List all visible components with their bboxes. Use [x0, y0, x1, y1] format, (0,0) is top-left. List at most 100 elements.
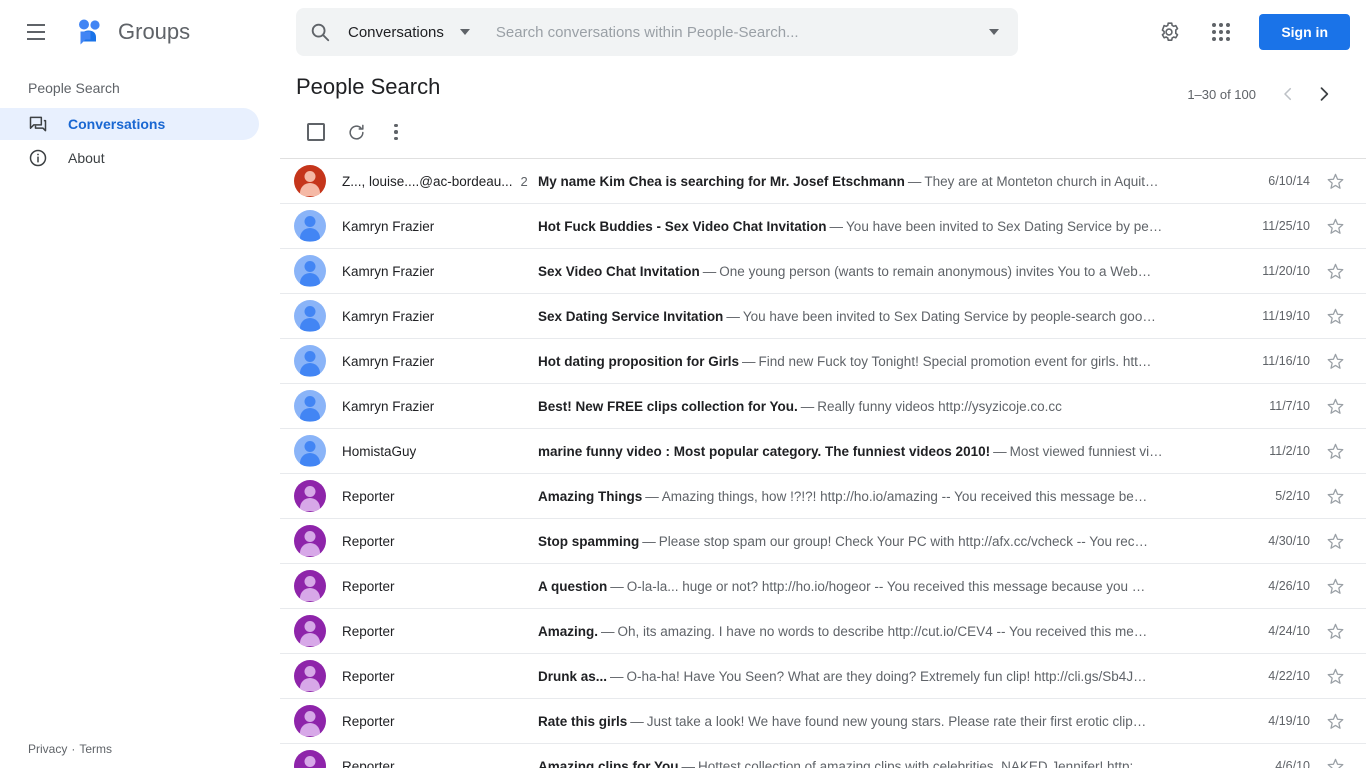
- sender-name: Kamryn Frazier: [342, 308, 435, 324]
- sender-name: Reporter: [342, 533, 395, 549]
- conversation-row[interactable]: Kamryn Frazier Best! New FREE clips colle…: [280, 384, 1366, 429]
- header-actions: Sign in: [1147, 0, 1350, 64]
- search-type-dropdown[interactable]: Conversations: [344, 8, 470, 56]
- avatar-body: [300, 498, 320, 511]
- subject-snippet-separator: —: [829, 218, 844, 234]
- conversation-snippet: Just take a look! We have found new youn…: [646, 713, 1147, 729]
- sender-name: Reporter: [342, 668, 395, 684]
- star-icon[interactable]: [1320, 217, 1350, 236]
- conversation-row[interactable]: Z..., louise....@ac-bordeau... 2 My name K…: [280, 159, 1366, 204]
- app-header: Groups Conversations Sign in: [0, 0, 1366, 64]
- conversation-date: 4/26/10: [1268, 579, 1310, 593]
- privacy-link[interactable]: Privacy: [28, 742, 67, 756]
- refresh-button[interactable]: [336, 112, 376, 152]
- conversation-subject: Hot dating proposition for Girls: [538, 353, 739, 369]
- conversation-row[interactable]: Reporter Amazing clips for You — Hottest co…: [280, 744, 1366, 768]
- avatar-head: [304, 666, 316, 677]
- conversation-row[interactable]: Kamryn Frazier Sex Video Chat Invitation —…: [280, 249, 1366, 294]
- conversation-date: 4/24/10: [1268, 624, 1310, 638]
- conversation-row[interactable]: Reporter Drunk as... — O-ha-ha! Have You Se…: [280, 654, 1366, 699]
- search-options-dropdown[interactable]: [970, 8, 1018, 56]
- avatar-body: [300, 453, 320, 466]
- sender-name: Reporter: [342, 758, 395, 768]
- star-icon[interactable]: [1320, 352, 1350, 371]
- conversation-row[interactable]: Reporter Rate this girls — Just take a look…: [280, 699, 1366, 744]
- conversation-content: My name Kim Chea is searching for Mr. Jo…: [538, 174, 1238, 189]
- conversation-row[interactable]: Reporter Amazing. — Oh, its amazing. I have…: [280, 609, 1366, 654]
- star-icon[interactable]: [1320, 307, 1350, 326]
- next-page-button[interactable]: [1306, 76, 1342, 112]
- subject-snippet-separator: —: [800, 398, 815, 414]
- star-icon[interactable]: [1320, 757, 1350, 768]
- subject-snippet-separator: —: [642, 533, 656, 549]
- conversation-content: Stop spamming — Please stop spam our group…: [538, 534, 1238, 549]
- apps-grid-icon[interactable]: [1199, 10, 1243, 54]
- sidebar-item-conversations[interactable]: Conversations: [0, 108, 259, 140]
- star-icon[interactable]: [1320, 667, 1350, 686]
- conversation-subject: Amazing.: [538, 623, 599, 639]
- conversation-subject: Amazing clips for You: [538, 758, 679, 768]
- conversation-snippet: O-ha-ha! Have You Seen? What are they do…: [626, 668, 1147, 684]
- conversation-list[interactable]: Z..., louise....@ac-bordeau... 2 My name K…: [280, 158, 1366, 768]
- star-icon[interactable]: [1320, 487, 1350, 506]
- conversation-row[interactable]: HomistaGuy marine funny video : Most popu…: [280, 429, 1366, 474]
- sender-cell: Reporter: [342, 489, 538, 504]
- conversation-subject: Rate this girls: [538, 713, 628, 729]
- gear-icon[interactable]: [1147, 10, 1191, 54]
- avatar-head: [304, 531, 316, 542]
- avatar: [294, 210, 326, 242]
- sender-name: Kamryn Frazier: [342, 398, 435, 414]
- sidebar-footer: Privacy · Terms: [28, 742, 112, 756]
- more-actions-button[interactable]: [376, 112, 416, 152]
- avatar-body: [300, 408, 320, 421]
- conversation-content: Sex Dating Service Invitation — You have b…: [538, 309, 1238, 324]
- star-icon[interactable]: [1320, 262, 1350, 281]
- star-icon[interactable]: [1320, 712, 1350, 731]
- avatar: [294, 165, 326, 197]
- sender-cell: Kamryn Frazier: [342, 309, 538, 324]
- conversation-row[interactable]: Kamryn Frazier Sex Dating Service Invitat…: [280, 294, 1366, 339]
- conversation-row[interactable]: Reporter Stop spamming — Please stop spam o…: [280, 519, 1366, 564]
- search-type-label: Conversations: [348, 23, 444, 41]
- main-menu-icon[interactable]: [12, 8, 60, 56]
- sign-in-button[interactable]: Sign in: [1259, 14, 1350, 50]
- previous-page-button[interactable]: [1270, 76, 1306, 112]
- subject-snippet-separator: —: [741, 353, 756, 369]
- star-icon[interactable]: [1320, 577, 1350, 596]
- conversation-row[interactable]: Reporter A question — O-la-la... huge or no…: [280, 564, 1366, 609]
- avatar-head: [304, 351, 316, 362]
- avatar: [294, 480, 326, 512]
- star-icon[interactable]: [1320, 397, 1350, 416]
- terms-link[interactable]: Terms: [79, 742, 112, 756]
- conversation-row[interactable]: Kamryn Frazier Hot dating proposition for…: [280, 339, 1366, 384]
- search-input[interactable]: [495, 23, 970, 41]
- star-icon[interactable]: [1320, 172, 1350, 191]
- star-icon[interactable]: [1320, 532, 1350, 551]
- conversation-content: Rate this girls — Just take a look! We hav…: [538, 714, 1238, 729]
- avatar-body: [300, 228, 320, 241]
- sender-cell: Z..., louise....@ac-bordeau... 2: [342, 174, 538, 189]
- groups-brand-logo[interactable]: Groups: [70, 17, 190, 47]
- star-icon[interactable]: [1320, 442, 1350, 461]
- conversation-snippet: Amazing things, how !?!?! http://ho.io/a…: [661, 488, 1148, 504]
- avatar: [294, 660, 326, 692]
- sidebar-item-label: Conversations: [68, 116, 166, 132]
- sender-name: Reporter: [342, 578, 395, 594]
- avatar: [294, 435, 326, 467]
- conversation-row[interactable]: Reporter Amazing Things — Amazing things, h…: [280, 474, 1366, 519]
- search-icon[interactable]: [296, 8, 344, 56]
- conversation-row[interactable]: Kamryn Frazier Hot Fuck Buddies - Sex Vid…: [280, 204, 1366, 249]
- sidebar-item-about[interactable]: About: [0, 142, 259, 174]
- conversation-date: 5/2/10: [1275, 489, 1310, 503]
- conversation-subject: marine funny video : Most popular catego…: [538, 443, 991, 459]
- sender-cell: Reporter: [342, 579, 538, 594]
- select-all-checkbox[interactable]: [296, 112, 336, 152]
- star-icon[interactable]: [1320, 622, 1350, 641]
- sidebar: People Search Conversations About Privac…: [0, 64, 280, 768]
- search-bar: Conversations: [296, 8, 1018, 56]
- avatar: [294, 525, 326, 557]
- avatar: [294, 390, 326, 422]
- avatar-body: [300, 543, 320, 556]
- pagination: 1–30 of 100: [1187, 76, 1342, 112]
- avatar: [294, 705, 326, 737]
